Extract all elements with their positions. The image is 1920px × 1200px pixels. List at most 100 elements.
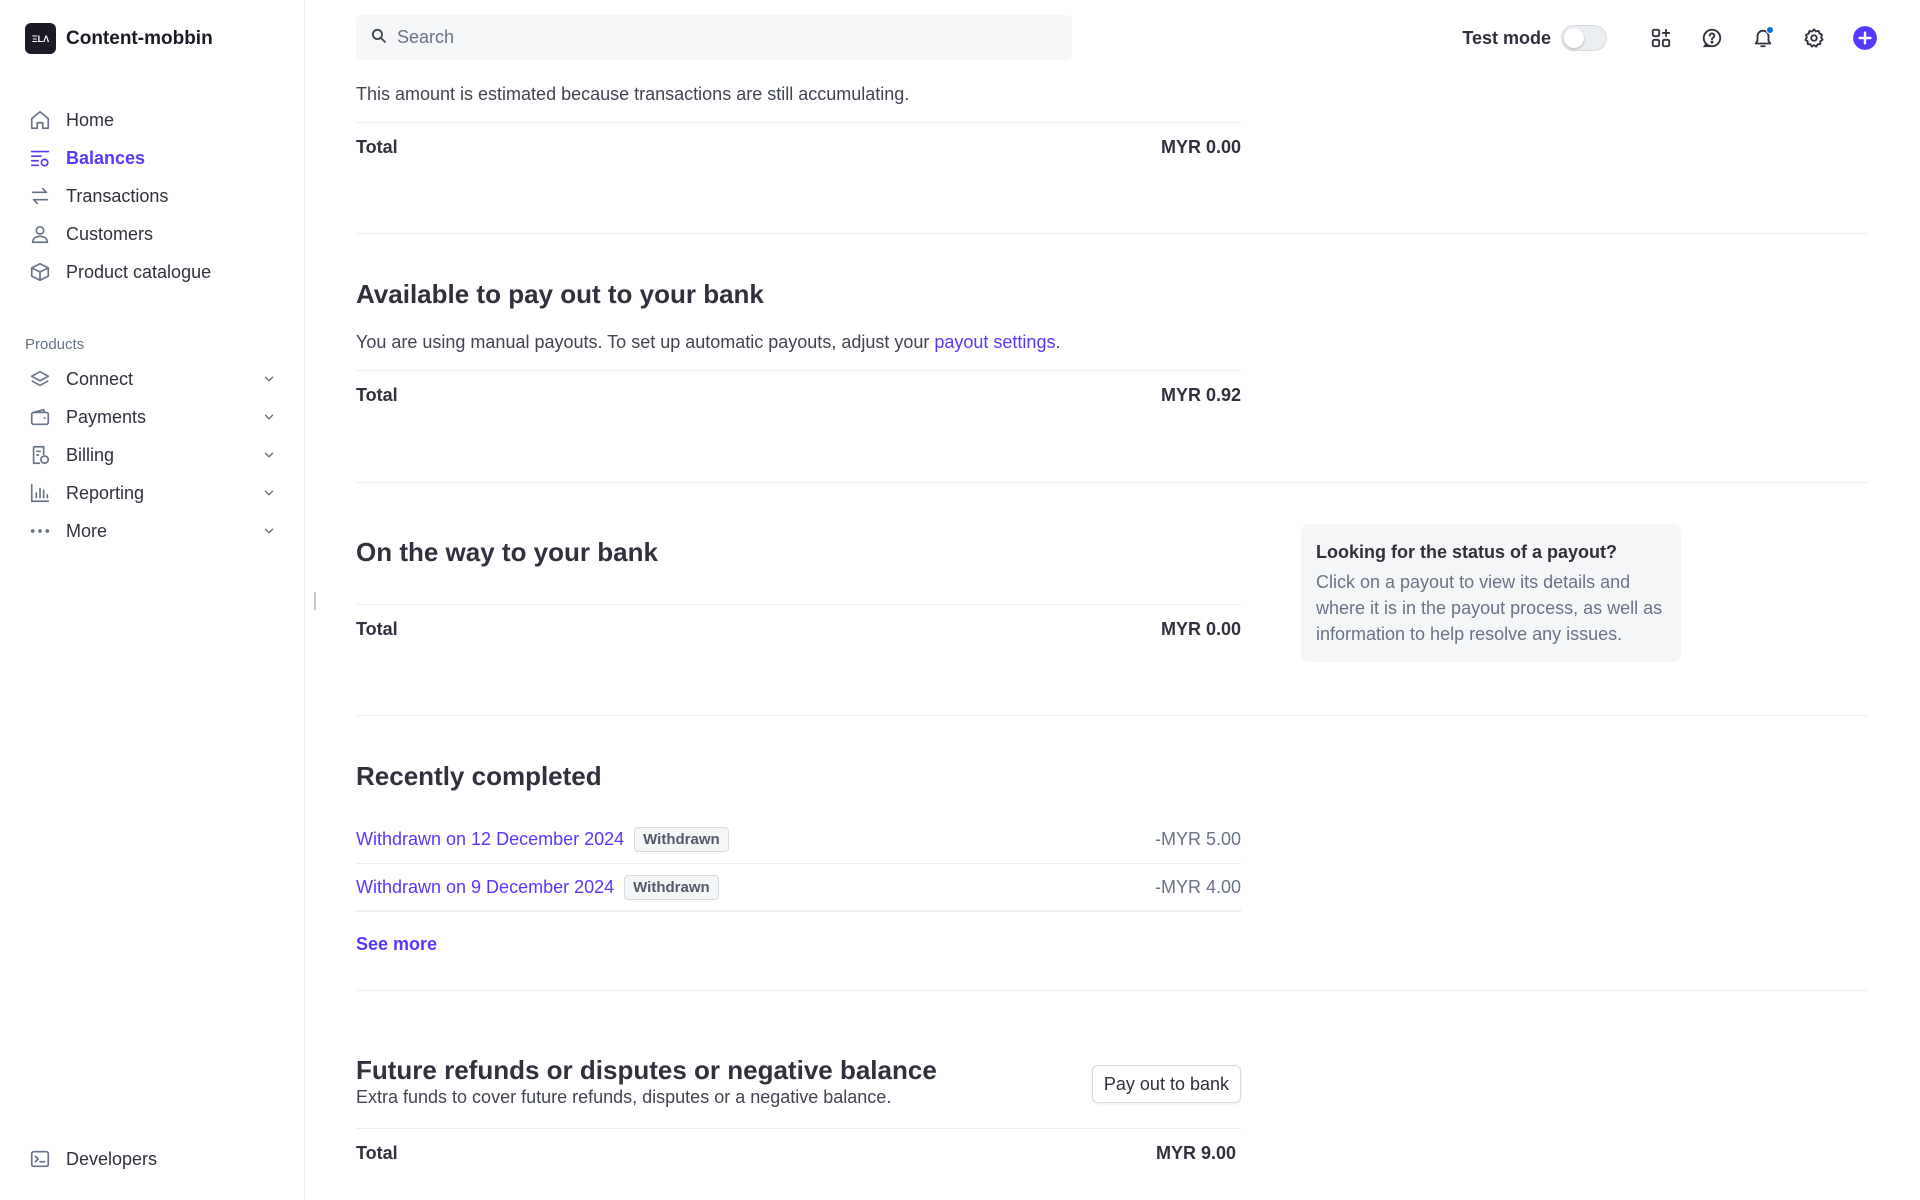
apps-add-icon[interactable] bbox=[1635, 20, 1686, 56]
transactions-icon bbox=[28, 184, 52, 208]
sidebar-item-home[interactable]: Home bbox=[28, 101, 283, 139]
create-plus-icon[interactable] bbox=[1839, 20, 1890, 56]
search-bar[interactable] bbox=[356, 15, 1072, 60]
payout-row[interactable]: Withdrawn on 9 December 2024 Withdrawn -… bbox=[356, 864, 1241, 912]
sidebar-item-label: Billing bbox=[66, 444, 115, 465]
primary-nav: Home Balances Transactions Customers Pro… bbox=[28, 101, 283, 291]
incoming-section: This amount is estimated because transac… bbox=[356, 84, 1241, 172]
chevron-down-icon bbox=[261, 409, 277, 425]
total-amount: MYR 0.00 bbox=[1160, 137, 1241, 157]
products-nav: Connect Payments Billing Reporting More bbox=[28, 360, 283, 550]
total-amount: MYR 0.00 bbox=[1160, 619, 1241, 639]
total-label: Total bbox=[356, 1143, 398, 1163]
payout-link[interactable]: Withdrawn on 12 December 2024 bbox=[356, 829, 624, 850]
section-divider bbox=[356, 990, 1868, 991]
toggle-knob bbox=[1564, 28, 1584, 48]
payout-row[interactable]: Withdrawn on 12 December 2024 Withdrawn … bbox=[356, 816, 1241, 864]
sidebar-item-label: Transactions bbox=[66, 185, 169, 206]
note-text: You are using manual payouts. To set up … bbox=[356, 332, 935, 352]
payout-info: Withdrawn on 9 December 2024 Withdrawn bbox=[356, 874, 719, 900]
balances-icon bbox=[28, 146, 52, 170]
future-refunds-section: Future refunds or disputes or negative b… bbox=[356, 1055, 1241, 1178]
products-section-label: Products bbox=[25, 336, 85, 353]
sidebar-item-label: More bbox=[66, 520, 108, 541]
total-amount: MYR 9.00 bbox=[1155, 1143, 1236, 1163]
wallet-icon bbox=[28, 405, 52, 429]
test-mode-toggle[interactable]: Test mode bbox=[1462, 25, 1607, 51]
sidebar-item-label: Developers bbox=[66, 1148, 158, 1169]
sidebar-item-customers[interactable]: Customers bbox=[28, 215, 283, 253]
home-icon bbox=[28, 108, 52, 132]
total-row: Total MYR 0.00 bbox=[356, 122, 1241, 172]
sidebar: ΞLΛ Content-mobbin Home Balances Transac… bbox=[0, 0, 305, 1200]
total-row: Total MYR 0.92 bbox=[356, 370, 1241, 420]
billing-icon bbox=[28, 443, 52, 467]
payout-amount: -MYR 5.00 bbox=[1154, 829, 1241, 849]
connect-layers-icon bbox=[28, 367, 52, 391]
section-divider bbox=[356, 482, 1868, 483]
sidebar-item-payments[interactable]: Payments bbox=[28, 398, 283, 436]
total-row: Total MYR 0.00 bbox=[356, 604, 1241, 654]
available-section: Available to pay out to your bank You ar… bbox=[356, 278, 1241, 420]
info-card-title: Looking for the status of a payout? bbox=[1316, 542, 1617, 562]
total-label: Total bbox=[356, 619, 398, 639]
payout-settings-link[interactable]: payout settings bbox=[934, 332, 1055, 352]
section-title: Future refunds or disputes or negative b… bbox=[356, 1055, 937, 1085]
status-badge: Withdrawn bbox=[634, 827, 729, 852]
recently-completed-section: Recently completed Withdrawn on 12 Decem… bbox=[356, 760, 1241, 955]
sidebar-item-label: Balances bbox=[66, 147, 146, 168]
sidebar-resize-handle[interactable] bbox=[314, 592, 316, 610]
search-input[interactable] bbox=[397, 27, 1037, 48]
chevron-down-icon bbox=[261, 371, 277, 387]
bar-chart-icon bbox=[28, 481, 52, 505]
status-badge: Withdrawn bbox=[624, 874, 719, 900]
sidebar-item-reporting[interactable]: Reporting bbox=[28, 474, 283, 512]
sidebar-item-label: Reporting bbox=[66, 482, 145, 503]
product-box-icon bbox=[28, 260, 52, 284]
total-label: Total bbox=[356, 137, 398, 157]
payout-amount: -MYR 4.00 bbox=[1154, 876, 1241, 897]
sidebar-item-product-catalogue[interactable]: Product catalogue bbox=[28, 253, 283, 291]
sidebar-item-connect[interactable]: Connect bbox=[28, 360, 283, 398]
test-mode-label: Test mode bbox=[1462, 27, 1551, 48]
sidebar-item-label: Home bbox=[66, 109, 115, 130]
pay-out-to-bank-button[interactable]: Pay out to bank bbox=[1091, 1065, 1241, 1103]
chevron-down-icon bbox=[261, 523, 277, 539]
sidebar-item-label: Connect bbox=[66, 368, 134, 389]
sidebar-item-transactions[interactable]: Transactions bbox=[28, 177, 283, 215]
search-icon bbox=[370, 27, 387, 49]
section-divider bbox=[356, 715, 1868, 716]
payout-link[interactable]: Withdrawn on 9 December 2024 bbox=[356, 877, 614, 898]
chevron-down-icon bbox=[261, 485, 277, 501]
settings-gear-icon[interactable] bbox=[1788, 20, 1839, 56]
payout-status-info-card: Looking for the status of a payout? Clic… bbox=[1301, 524, 1681, 662]
customer-icon bbox=[28, 222, 52, 246]
section-title: Recently completed bbox=[356, 761, 602, 791]
future-refunds-header: Future refunds or disputes or negative b… bbox=[356, 1055, 1241, 1128]
on-the-way-section: On the way to your bank Total MYR 0.00 bbox=[356, 537, 1241, 654]
account-switcher[interactable]: ΞLΛ Content-mobbin bbox=[25, 23, 213, 54]
notification-dot bbox=[1766, 26, 1774, 34]
sidebar-item-more[interactable]: More bbox=[28, 512, 283, 550]
future-refunds-heading: Future refunds or disputes or negative b… bbox=[356, 1055, 937, 1108]
estimate-note: This amount is estimated because transac… bbox=[356, 84, 910, 104]
sidebar-item-billing[interactable]: Billing bbox=[28, 436, 283, 474]
payout-info: Withdrawn on 12 December 2024 Withdrawn bbox=[356, 827, 729, 852]
total-row: Total MYR 9.00 bbox=[356, 1128, 1241, 1178]
sidebar-item-developers[interactable]: Developers bbox=[28, 1140, 283, 1178]
manual-payouts-note: You are using manual payouts. To set up … bbox=[356, 332, 1241, 370]
total-label: Total bbox=[356, 385, 398, 405]
sidebar-item-label: Product catalogue bbox=[66, 261, 212, 282]
note-text-end: . bbox=[1055, 332, 1061, 352]
sidebar-item-balances[interactable]: Balances bbox=[28, 139, 283, 177]
bell-icon[interactable] bbox=[1737, 20, 1788, 56]
info-card-text: Click on a payout to view its details an… bbox=[1316, 572, 1663, 644]
help-icon[interactable] bbox=[1686, 20, 1737, 56]
terminal-icon bbox=[28, 1147, 52, 1171]
chevron-down-icon bbox=[261, 447, 277, 463]
total-amount: MYR 0.92 bbox=[1160, 385, 1241, 405]
sidebar-item-label: Payments bbox=[66, 406, 147, 427]
see-more-link[interactable]: See more bbox=[356, 934, 1241, 955]
account-name: Content-mobbin bbox=[66, 27, 213, 49]
test-mode-switch[interactable] bbox=[1561, 25, 1607, 51]
